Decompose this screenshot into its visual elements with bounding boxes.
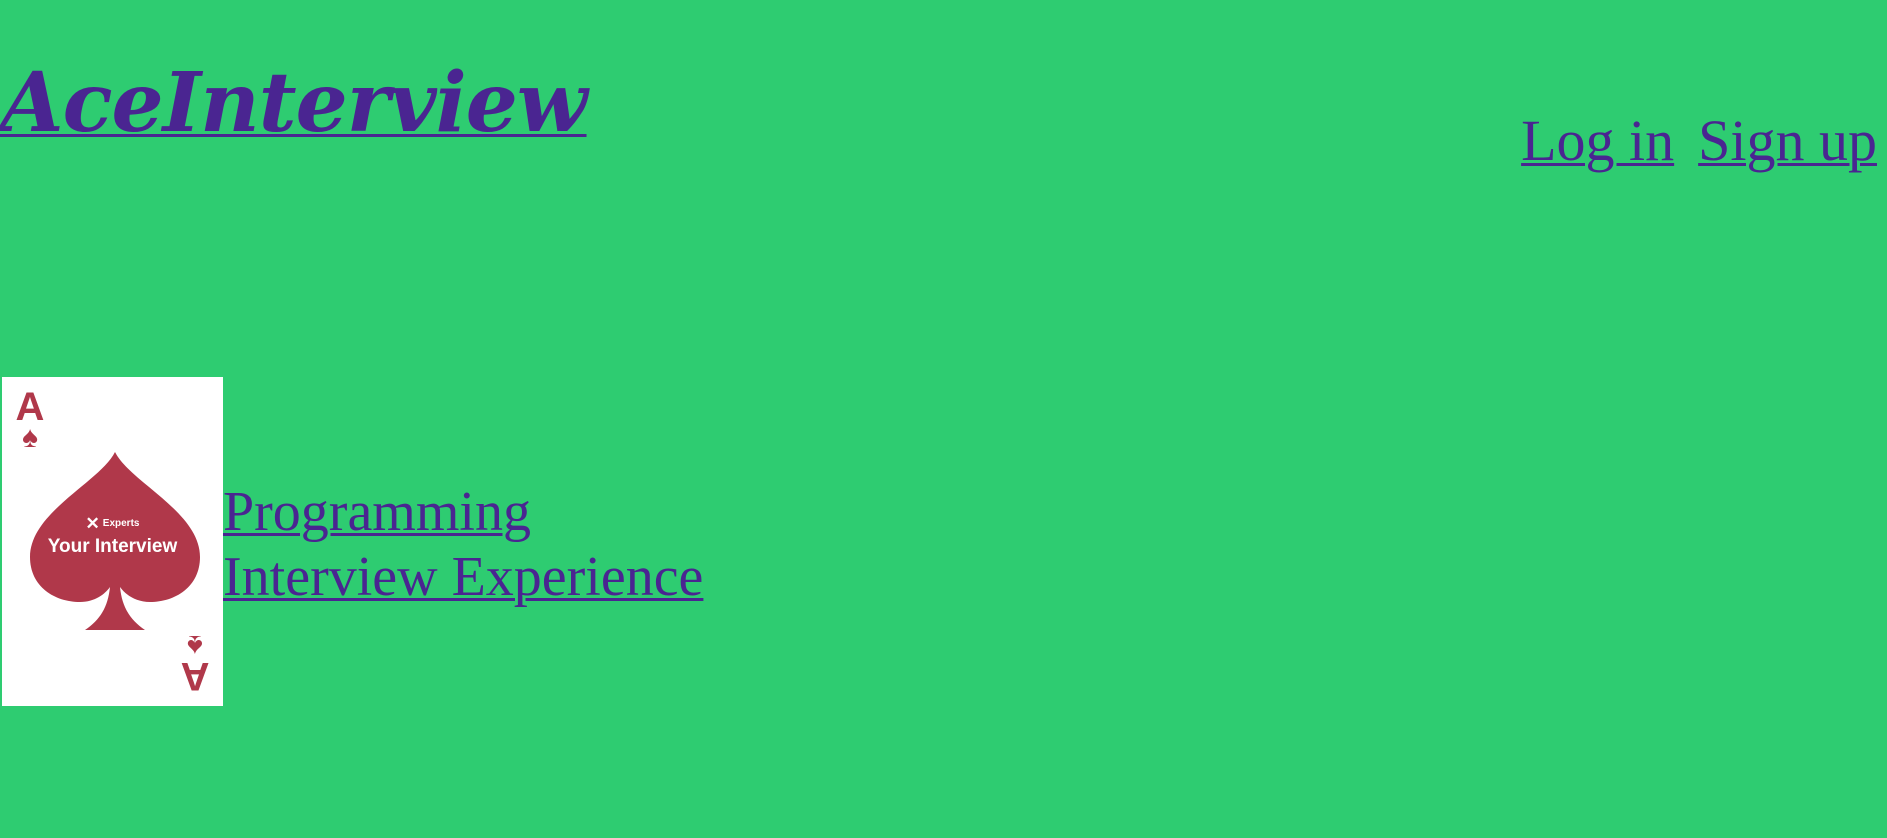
card-brand-text: Experts <box>102 518 140 530</box>
card-title: Your Interview <box>47 536 178 557</box>
ace-card-image[interactable]: A ♠ ✕ Experts Your Interview A ♠ <box>2 377 223 706</box>
card-corner-top: A ♠ <box>12 387 48 453</box>
signup-link[interactable]: Sign up <box>1698 112 1877 170</box>
card-corner-bottom: A ♠ <box>177 629 213 698</box>
card-brandmark: ✕ Experts <box>2 515 223 532</box>
topic-link-programming[interactable]: Programming <box>223 480 703 545</box>
topic-list: Programming Interview Experience <box>223 480 703 610</box>
login-link[interactable]: Log in <box>1521 112 1674 170</box>
auth-nav: Log in Sign up <box>1521 112 1877 170</box>
close-x-icon: ✕ <box>85 514 100 533</box>
brand-logo-link[interactable]: AceInterview <box>0 62 588 144</box>
topic-link-interview-experience[interactable]: Interview Experience <box>223 545 703 610</box>
